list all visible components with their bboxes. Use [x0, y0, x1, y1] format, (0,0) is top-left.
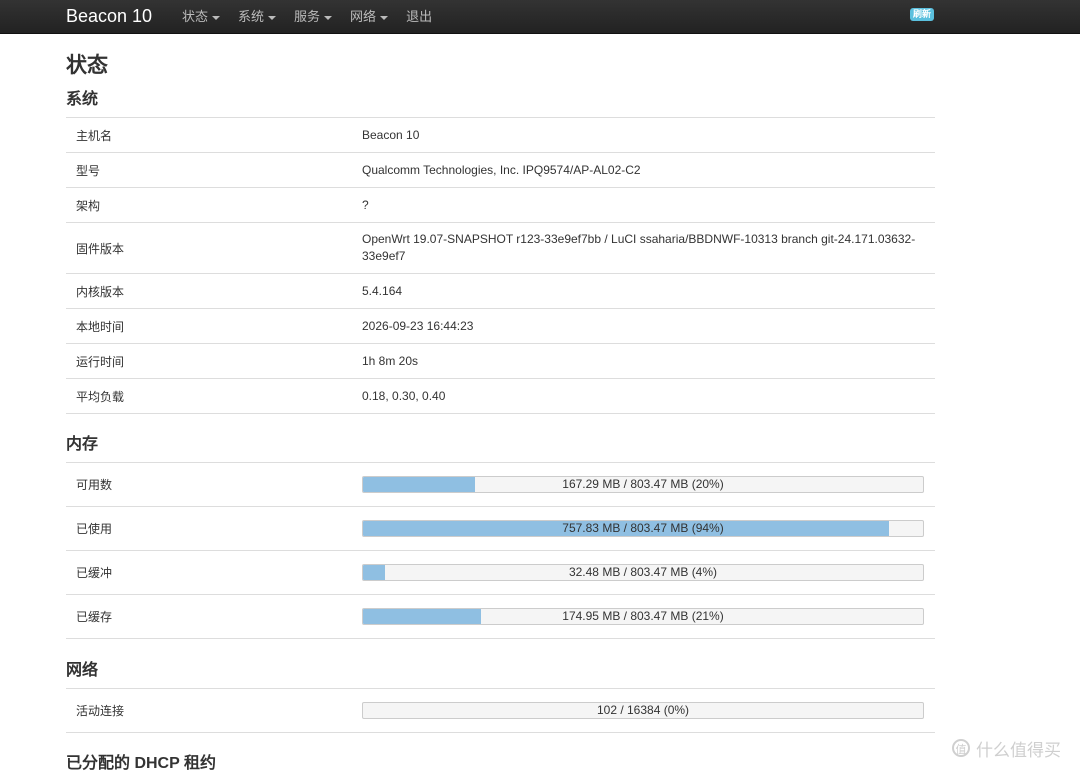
system-table: 主机名 Beacon 10 型号 Qualcomm Technologies, … [66, 117, 935, 414]
table-row: 固件版本 OpenWrt 19.07-SNAPSHOT r123-33e9ef7… [66, 223, 935, 274]
progress-text: 167.29 MB / 803.47 MB (20%) [562, 477, 724, 491]
row-label: 运行时间 [76, 354, 125, 369]
row-value: 0.18, 0.30, 0.40 [362, 388, 446, 403]
row-label: 已缓冲 [76, 566, 113, 580]
caret-down-icon [212, 15, 221, 20]
section-title-dhcp: 已分配的 DHCP 租约 [66, 755, 216, 772]
row-label: 平均负载 [76, 389, 125, 404]
table-row: 已使用 757.83 MB / 803.47 MB (94%) [66, 507, 935, 551]
table-row: 架构 ? [66, 188, 935, 223]
nav-item-logout[interactable]: 退出 [406, 0, 432, 33]
progress-text: 757.83 MB / 803.47 MB (94%) [562, 521, 724, 535]
caret-down-icon [380, 15, 389, 20]
nav-item-label: 网络 [350, 9, 377, 24]
table-row: 运行时间 1h 8m 20s [66, 344, 935, 379]
table-row: 已缓冲 32.48 MB / 803.47 MB (4%) [66, 551, 935, 595]
section-title-system: 系统 [66, 91, 99, 108]
row-label: 已缓存 [76, 610, 113, 624]
top-navbar: Beacon 10 状态 系统 服务 网络 退出 刷新 [0, 0, 1080, 34]
progress-bar: 757.83 MB / 803.47 MB (94%) [362, 520, 924, 537]
network-table: 活动连接 102 / 16384 (0%) [66, 688, 935, 733]
progress-bar: 102 / 16384 (0%) [362, 702, 924, 719]
progress-text: 174.95 MB / 803.47 MB (21%) [562, 609, 724, 623]
section-title-network: 网络 [66, 662, 99, 679]
nav-item-status[interactable]: 状态 [182, 0, 221, 33]
table-row: 主机名 Beacon 10 [66, 118, 935, 153]
row-value: ? [362, 197, 369, 212]
caret-down-icon [268, 15, 277, 20]
table-row: 活动连接 102 / 16384 (0%) [66, 689, 935, 733]
nav-item-label: 系统 [238, 9, 265, 24]
row-value: 1h 8m 20s [362, 353, 419, 368]
nav-menu: 状态 系统 服务 网络 退出 [182, 0, 450, 33]
row-label: 已使用 [76, 522, 113, 536]
table-row: 内核版本 5.4.164 [66, 274, 935, 309]
watermark-text: 什么值得买 [976, 740, 1061, 760]
row-label: 主机名 [76, 128, 113, 143]
progress-bar: 32.48 MB / 803.47 MB (4%) [362, 564, 924, 581]
page-title: 状态 [66, 54, 108, 77]
table-row: 型号 Qualcomm Technologies, Inc. IPQ9574/A… [66, 153, 935, 188]
row-value: Beacon 10 [362, 127, 420, 142]
table-row: 本地时间 2026-09-23 16:44:23 [66, 309, 935, 344]
nav-item-services[interactable]: 服务 [294, 0, 333, 33]
row-value: 2026-09-23 16:44:23 [362, 318, 474, 333]
table-row: 已缓存 174.95 MB / 803.47 MB (21%) [66, 595, 935, 639]
row-label: 型号 [76, 163, 101, 178]
progress-bar: 174.95 MB / 803.47 MB (21%) [362, 608, 924, 625]
nav-item-system[interactable]: 系统 [238, 0, 277, 33]
nav-item-label: 状态 [182, 9, 209, 24]
table-row: 可用数 167.29 MB / 803.47 MB (20%) [66, 463, 935, 507]
nav-item-network[interactable]: 网络 [350, 0, 389, 33]
memory-table: 可用数 167.29 MB / 803.47 MB (20%) 已使用 757.… [66, 462, 935, 639]
nav-item-label: 服务 [294, 9, 321, 24]
caret-down-icon [324, 15, 333, 20]
row-label: 内核版本 [76, 284, 125, 299]
progress-bar: 167.29 MB / 803.47 MB (20%) [362, 476, 924, 493]
row-label: 可用数 [76, 478, 113, 492]
brand-title[interactable]: Beacon 10 [66, 3, 152, 29]
table-row: 平均负载 0.18, 0.30, 0.40 [66, 379, 935, 414]
row-label: 活动连接 [76, 704, 125, 718]
row-label: 架构 [76, 198, 101, 213]
watermark-logo-icon: 值 [952, 739, 970, 757]
row-value: Qualcomm Technologies, Inc. IPQ9574/AP-A… [362, 162, 641, 177]
progress-text: 32.48 MB / 803.47 MB (4%) [568, 565, 718, 579]
nav-item-label: 退出 [406, 9, 433, 24]
watermark: 值 什么值得买 [952, 736, 1061, 760]
refresh-badge[interactable]: 刷新 [910, 8, 935, 21]
row-value: 5.4.164 [362, 283, 403, 298]
progress-text: 102 / 16384 (0%) [596, 703, 690, 717]
row-value: OpenWrt 19.07-SNAPSHOT r123-33e9ef7bb / … [362, 232, 916, 263]
row-label: 本地时间 [76, 319, 125, 334]
section-title-memory: 内存 [66, 436, 99, 453]
row-label: 固件版本 [76, 241, 125, 256]
